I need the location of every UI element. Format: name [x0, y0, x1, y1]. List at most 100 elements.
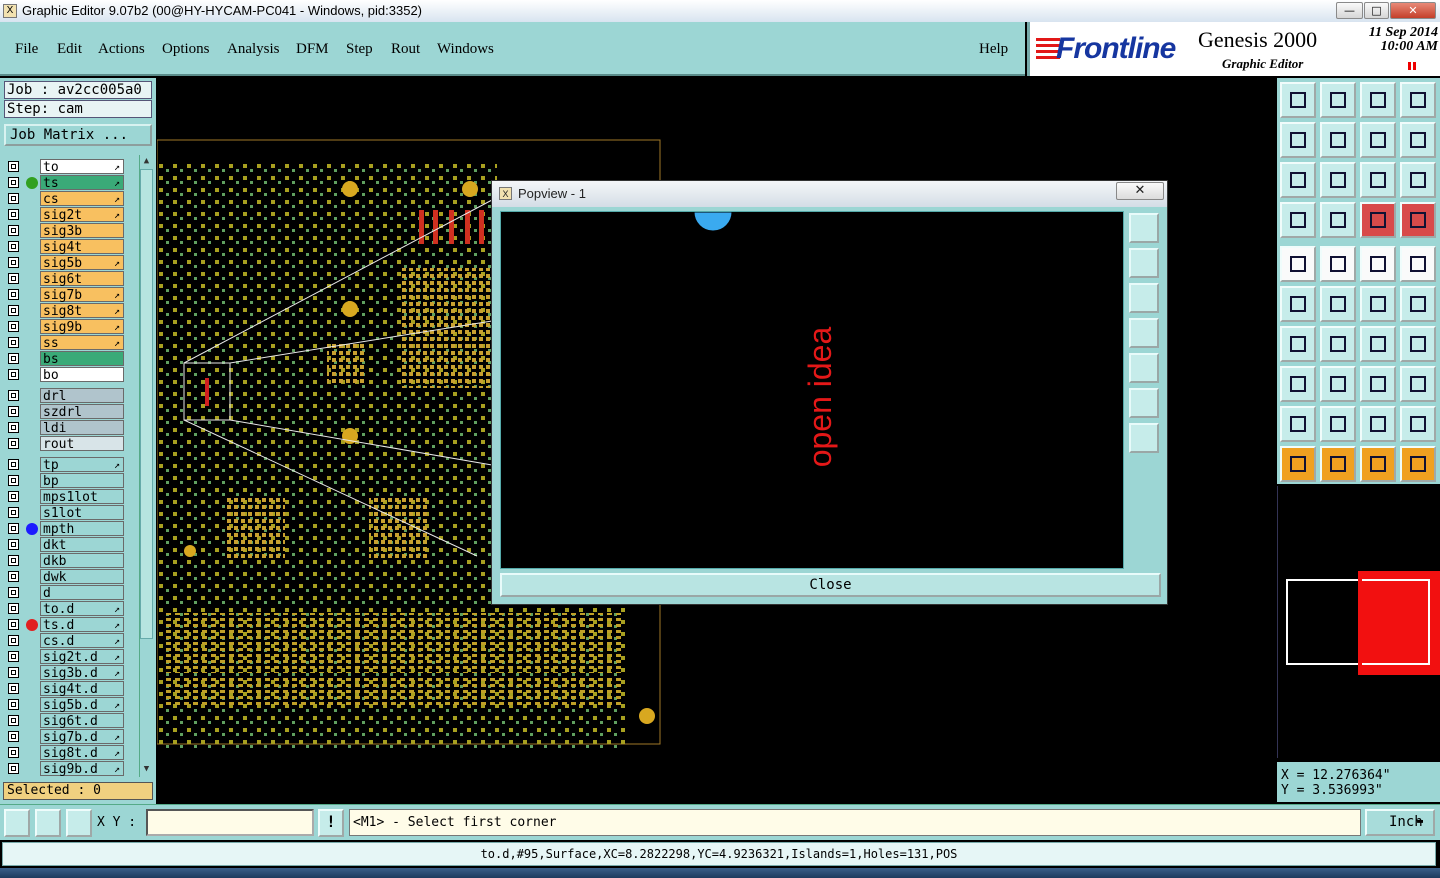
layer-row[interactable]: sig7b ↗ — [4, 287, 126, 303]
scroll-down-icon[interactable]: ▼ — [140, 763, 153, 776]
layer-name[interactable]: sig2t ↗ — [40, 207, 124, 223]
layer-name[interactable]: sig3b.d ↗ — [40, 665, 124, 681]
layer-name[interactable]: sig7b ↗ — [40, 287, 124, 303]
layer-row[interactable]: bs — [4, 351, 126, 367]
layer-checkbox[interactable] — [8, 161, 19, 172]
shape-white-icon[interactable] — [1320, 246, 1356, 282]
layer-name[interactable]: cs ↗ — [40, 191, 124, 207]
pointer-box-orange-icon[interactable] — [1320, 446, 1356, 482]
scroll-thumb[interactable] — [140, 169, 153, 639]
pv-pan-up-icon[interactable] — [1129, 248, 1159, 278]
pv-fit-icon[interactable] — [1129, 388, 1159, 418]
help-query-icon[interactable] — [1400, 162, 1436, 198]
layer-row[interactable]: drl — [4, 388, 126, 404]
layer-checkbox[interactable] — [8, 523, 19, 534]
cross-icon[interactable] — [1320, 286, 1356, 322]
grid-snap-icon[interactable] — [66, 809, 92, 837]
pv-pan-left-icon[interactable] — [1129, 318, 1159, 348]
layer-name[interactable]: sig3b — [40, 223, 124, 239]
layer-row[interactable]: s1lot — [4, 505, 126, 521]
layer-name[interactable]: sig6t — [40, 271, 124, 287]
layer-row[interactable]: rout — [4, 436, 126, 452]
layer-name[interactable]: sig4t.d — [40, 681, 124, 697]
measure-icon[interactable] — [35, 809, 61, 837]
tri-4-icon[interactable] — [1400, 406, 1436, 442]
layer-row[interactable]: dwk — [4, 569, 126, 585]
move-left-icon[interactable] — [1280, 122, 1316, 158]
layer-row[interactable]: sig8t ↗ — [4, 303, 126, 319]
layer-row[interactable]: dkb — [4, 553, 126, 569]
layer-row[interactable]: bp — [4, 473, 126, 489]
link-2-icon[interactable] — [1400, 286, 1436, 322]
layer-row[interactable]: ldi — [4, 420, 126, 436]
select-down-icon[interactable] — [1320, 82, 1356, 118]
layer-name[interactable]: sig8t.d ↗ — [40, 745, 124, 761]
layer-row[interactable]: sig3b.d ↗ — [4, 665, 126, 681]
tweak-icon[interactable] — [1280, 202, 1316, 238]
layer-row[interactable]: cs ↗ — [4, 191, 126, 207]
layer-row[interactable]: sig6t.d — [4, 713, 126, 729]
text-f-icon[interactable] — [1400, 326, 1436, 362]
layer-checkbox[interactable] — [8, 305, 19, 316]
layer-checkbox[interactable] — [8, 353, 19, 364]
layer-checkbox[interactable] — [8, 177, 19, 188]
scale-1-2-icon[interactable] — [1360, 162, 1396, 198]
line-icon[interactable] — [1320, 326, 1356, 362]
rotate-icon[interactable] — [1400, 122, 1436, 158]
layer-name[interactable]: sig7b.d ↗ — [40, 729, 124, 745]
layer-row[interactable]: sig5b.d ↗ — [4, 697, 126, 713]
popview-close-x-button[interactable]: ✕ — [1116, 182, 1164, 200]
layer-checkbox[interactable] — [8, 571, 19, 582]
layer-name[interactable]: bp — [40, 473, 124, 489]
layer-row[interactable]: mps1lot — [4, 489, 126, 505]
layer-name[interactable]: d — [40, 585, 124, 601]
layer-row[interactable]: d — [4, 585, 126, 601]
layer-checkbox[interactable] — [8, 683, 19, 694]
bar-icon[interactable] — [1320, 366, 1356, 402]
window-icon[interactable] — [1400, 82, 1436, 118]
pv-zoom-icon[interactable] — [1129, 213, 1159, 243]
layer-name[interactable]: tp ↗ — [40, 457, 124, 473]
warning-icon[interactable]: ! — [318, 809, 344, 837]
job-matrix-button[interactable]: Job Matrix ... — [4, 124, 152, 146]
layer-checkbox[interactable] — [8, 321, 19, 332]
layer-checkbox[interactable] — [8, 193, 19, 204]
snap-icon[interactable] — [4, 809, 30, 837]
layer-scrollbar[interactable]: ▲ ▼ — [139, 155, 153, 777]
tri-3-icon[interactable] — [1360, 406, 1396, 442]
layer-name[interactable]: ss ↗ — [40, 335, 124, 351]
layers-red-2-icon[interactable] — [1400, 202, 1436, 238]
pad-white-icon[interactable] — [1280, 246, 1316, 282]
layer-row[interactable]: cs.d ↗ — [4, 633, 126, 649]
layer-name[interactable]: ts ↗ — [40, 175, 124, 191]
layer-name[interactable]: szdrl — [40, 404, 124, 420]
layer-row[interactable]: sig9b.d ↗ — [4, 761, 126, 777]
layer-checkbox[interactable] — [8, 731, 19, 742]
move-right-icon[interactable] — [1320, 122, 1356, 158]
layer-checkbox[interactable] — [8, 491, 19, 502]
layer-checkbox[interactable] — [8, 507, 19, 518]
menu-windows[interactable]: Windows — [437, 41, 494, 58]
layer-name[interactable]: dkt — [40, 537, 124, 553]
layer-checkbox[interactable] — [8, 289, 19, 300]
popview-canvas[interactable]: open idea — [500, 211, 1124, 569]
layer-row[interactable]: szdrl — [4, 404, 126, 420]
layer-row[interactable]: sig3b — [4, 223, 126, 239]
layer-checkbox[interactable] — [8, 475, 19, 486]
layer-checkbox[interactable] — [8, 635, 19, 646]
layer-checkbox[interactable] — [8, 587, 19, 598]
node-icon[interactable] — [1280, 286, 1316, 322]
layer-name[interactable]: to.d ↗ — [40, 601, 124, 617]
layer-name[interactable]: sig9b.d ↗ — [40, 761, 124, 777]
menu-edit[interactable]: Edit — [57, 41, 82, 58]
layer-name[interactable]: s1lot — [40, 505, 124, 521]
overview-map[interactable] — [1277, 486, 1440, 758]
menu-options[interactable]: Options — [162, 41, 210, 58]
layer-checkbox[interactable] — [8, 257, 19, 268]
restore-button[interactable]: □ — [1364, 2, 1389, 19]
layer-name[interactable]: ldi — [40, 420, 124, 436]
xy-input[interactable] — [146, 809, 314, 836]
menu-rout[interactable]: Rout — [391, 41, 420, 58]
layer-row[interactable]: bo — [4, 367, 126, 383]
layer-name[interactable]: bs — [40, 351, 124, 367]
